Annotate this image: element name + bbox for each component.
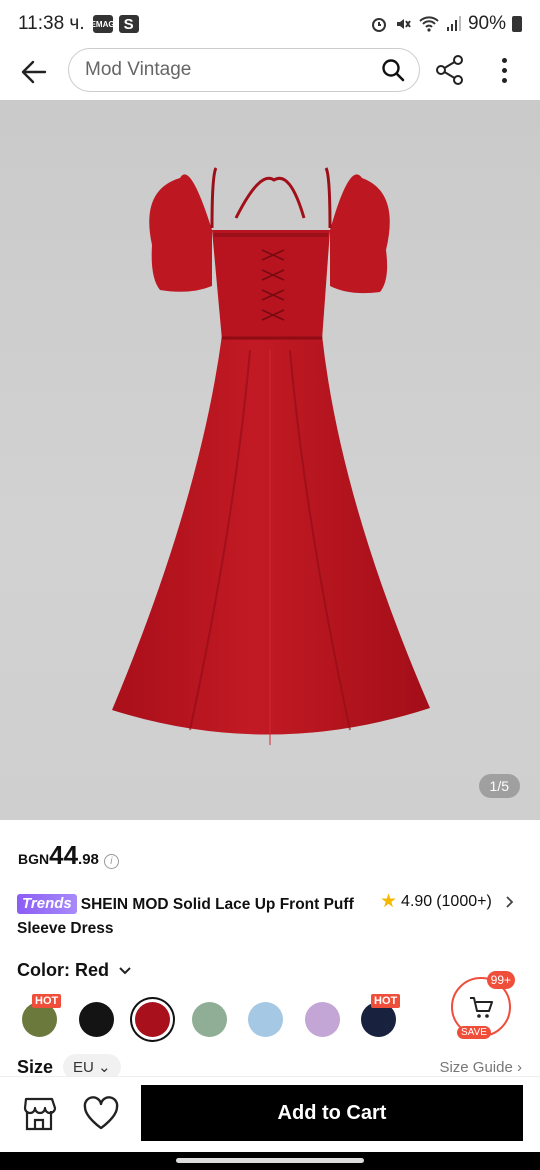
system-nav-bar [0,1152,540,1170]
battery-percent: 90% [467,13,506,34]
color-swatch-sage[interactable] [191,1002,227,1037]
info-icon[interactable]: i [103,854,119,869]
color-swatch-red[interactable] [135,1002,170,1037]
dress-image [112,167,430,745]
add-to-cart-button[interactable]: Add to Cart [141,1085,523,1141]
price: BGN 44 .98 i [18,840,119,871]
price-currency: BGN [18,851,50,867]
rating-value: 4.90 [401,892,433,910]
color-selector-label[interactable]: Color: Red [17,960,133,981]
cart-icon [470,997,493,1018]
store-icon [23,1097,57,1131]
image-counter: 1/5 [478,774,520,798]
status-notification-icons: EMAG S [91,15,139,33]
arrow-left-icon [21,60,47,84]
top-header: Mod Vintage [0,48,540,100]
price-integer: 44 [49,840,79,870]
status-system-icons: 90% [370,13,522,35]
dot-icon [501,67,507,73]
dot-icon [501,77,507,83]
color-swatch-black[interactable] [78,1002,114,1037]
hot-badge: HOT [371,994,401,1008]
alarm-icon [371,18,386,32]
home-gesture-handle[interactable] [176,1158,364,1163]
s-app-icon: S [118,15,139,33]
status-bar: 11:38 ч. EMAG S 90% [0,0,540,48]
bottom-action-bar: Add to Cart [0,1076,540,1152]
chevron-right-icon [506,895,514,908]
share-icon [436,55,463,85]
color-label: Color: Red [17,960,109,980]
floating-cart-button[interactable]: 99+ SAVE [451,971,515,1039]
hot-badge: HOT [32,994,62,1008]
back-button[interactable] [18,56,50,88]
size-guide-label: Size Guide [439,1058,513,1076]
wifi-icon [419,16,439,32]
search-input[interactable]: Mod Vintage [68,48,420,92]
search-icon[interactable] [381,58,405,82]
battery-icon [512,16,522,32]
price-decimal: .98 [78,851,99,868]
more-options-button[interactable] [488,54,520,86]
product-title-block: Trends SHEIN MOD Solid Lace Up Front Puff… [17,893,367,941]
heart-icon [83,1096,119,1130]
dot-icon [501,57,507,63]
wishlist-button[interactable] [82,1095,120,1133]
color-swatches: HOT HOT [22,994,422,1038]
cart-save-badge: SAVE [457,1026,491,1039]
signal-icon [446,16,461,31]
size-label: Size [17,1056,54,1077]
color-swatch-olive[interactable]: HOT [22,994,62,1037]
trends-badge[interactable]: Trends [17,894,77,914]
status-time: 11:38 ч. [18,13,85,34]
star-icon: ★ [380,891,398,912]
review-count: (1000+) [436,892,492,910]
size-guide-link[interactable]: Size Guide › [439,1059,522,1076]
store-button[interactable] [20,1095,58,1133]
rating[interactable]: ★ 4.90 (1000+) [380,890,518,913]
product-image-gallery[interactable]: 1/5 [0,100,540,820]
color-swatch-navy[interactable]: HOT [361,994,401,1037]
size-region-value: EU [73,1059,94,1076]
search-query: Mod Vintage [85,59,192,80]
cart-count-badge: 99+ [486,971,515,989]
share-button[interactable] [434,54,466,86]
color-swatch-lilac[interactable] [304,1002,340,1037]
emag-icon: EMAG [91,15,115,33]
color-swatch-light-blue[interactable] [248,1002,283,1037]
mute-icon [396,19,411,29]
chevron-down-icon [119,966,131,974]
